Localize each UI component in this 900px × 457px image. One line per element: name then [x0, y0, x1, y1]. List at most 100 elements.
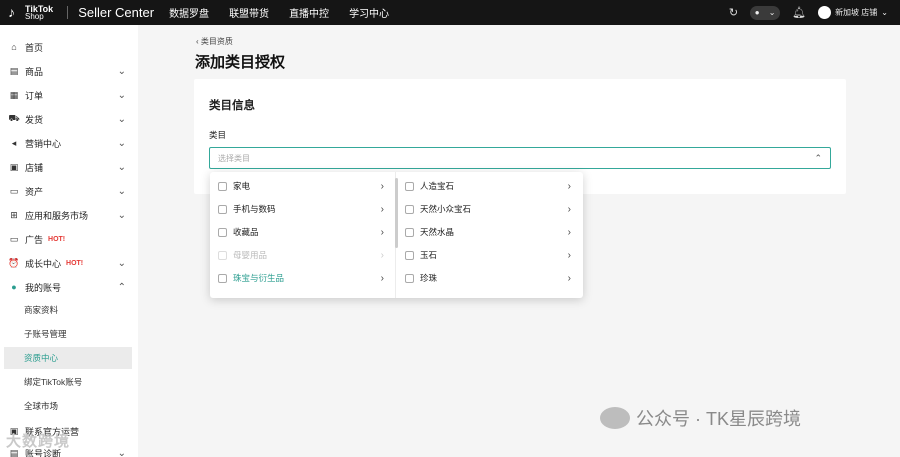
- breadcrumb-label: 类目资质: [200, 37, 233, 46]
- checkbox[interactable]: [218, 273, 227, 283]
- sidebar-item-store[interactable]: ▣ 店铺 ⌄: [0, 155, 138, 179]
- top-bar: ♪ TikTok Shop Seller Center 数据罗盘 联盟带货 直播…: [0, 0, 900, 25]
- chevron-right-icon: ›: [380, 226, 384, 238]
- chevron-down-icon: ⌄: [881, 8, 888, 17]
- sidebar-sub-qualification-center[interactable]: 资质中心: [4, 347, 132, 369]
- cascader-option[interactable]: 人造宝石 ›: [397, 175, 583, 197]
- sidebar-item-label: 我的账号: [25, 282, 62, 293]
- home-icon: ⌂: [11, 42, 17, 52]
- chevron-down-icon: ⌄: [117, 209, 126, 221]
- top-nav-item[interactable]: 数据罗盘: [169, 5, 209, 20]
- sidebar-sub-label: 子账号管理: [24, 329, 67, 339]
- cascader-option-label: 人造宝石: [420, 181, 455, 191]
- chevron-right-icon: ›: [380, 272, 384, 284]
- top-nav-item[interactable]: 学习中心: [349, 5, 389, 20]
- chevron-up-icon: ⌃: [814, 152, 822, 163]
- sidebar-item-label: 店铺: [25, 162, 44, 173]
- checkbox[interactable]: [218, 204, 227, 214]
- dropdown-scrollbar[interactable]: [395, 178, 398, 248]
- checkbox[interactable]: [405, 204, 414, 214]
- checkbox[interactable]: [405, 181, 414, 191]
- chevron-down-icon: ⌄: [117, 113, 126, 125]
- sidebar-item-label: 广告: [25, 234, 44, 245]
- sidebar-sub-label: 资质中心: [24, 353, 59, 363]
- cascader-option[interactable]: 珍珠 ›: [397, 267, 583, 289]
- cascader-option[interactable]: 天然水晶 ›: [397, 221, 583, 243]
- sidebar-item-label: 营销中心: [25, 138, 62, 149]
- chevron-right-icon: ›: [380, 249, 384, 261]
- order-icon: ▦: [9, 89, 19, 100]
- sidebar-sub-label: 绑定TikTok账号: [24, 377, 83, 387]
- sidebar-item-label: 订单: [25, 90, 44, 101]
- category-select[interactable]: 选择类目 ⌃: [209, 147, 831, 169]
- checkbox[interactable]: [405, 227, 414, 237]
- cascader-option[interactable]: 玉石 ›: [397, 244, 583, 266]
- cascader-option[interactable]: 手机与数码 ›: [210, 198, 396, 220]
- category-select-placeholder: 选择类目: [218, 153, 250, 163]
- watermark-wechat: 公众号 · TK星辰跨境: [600, 405, 801, 431]
- cascader-option-selected[interactable]: 珠宝与衍生品 ›: [210, 267, 396, 289]
- checkbox[interactable]: [218, 227, 227, 237]
- refresh-icon[interactable]: ↻: [729, 6, 738, 19]
- brand-name: TikTok Shop: [25, 4, 53, 21]
- chevron-down-icon: ⌄: [117, 185, 126, 197]
- sidebar-sub-bind-tiktok[interactable]: 绑定TikTok账号: [4, 371, 132, 393]
- checkbox[interactable]: [405, 250, 414, 260]
- brand-divider: [67, 6, 69, 19]
- sidebar-item-marketing[interactable]: ◂ 营销中心 ⌄: [0, 131, 138, 155]
- chevron-right-icon: ›: [380, 203, 384, 215]
- category-field-label: 类目: [209, 130, 227, 140]
- top-nav-item[interactable]: 联盟带货: [229, 5, 269, 20]
- cascader-option-label: 珠宝与衍生品: [233, 273, 285, 283]
- cascader-column-level2: 人造宝石 › 天然小众宝石 › 天然水晶 › 玉石 › 珍珠 ›: [397, 172, 583, 298]
- watermark-left: 大数跨境: [6, 433, 71, 450]
- sidebar-item-my-account[interactable]: ● 我的账号 ⌃: [0, 275, 138, 299]
- avatar: [818, 6, 832, 19]
- top-nav-item[interactable]: 直播中控: [289, 5, 329, 20]
- sidebar-sub-subaccounts[interactable]: 子账号管理: [4, 323, 132, 345]
- chevron-down-icon: ⌄: [117, 65, 126, 77]
- chevron-right-icon: ›: [380, 180, 384, 192]
- wechat-logo-icon: [600, 407, 630, 429]
- cascader-option-label: 天然水晶: [420, 227, 455, 237]
- sidebar-item-app-market[interactable]: ⊞ 应用和服务市场 ⌄: [0, 203, 138, 227]
- sidebar-item-assets[interactable]: ▭ 资产 ⌄: [0, 179, 138, 203]
- cascader-option[interactable]: 收藏品 ›: [210, 221, 396, 243]
- store-name: 新加坡 店铺: [835, 8, 878, 17]
- cascader-option[interactable]: 家电 ›: [210, 175, 396, 197]
- checkbox: [218, 250, 227, 260]
- store-switcher[interactable]: 新加坡 店铺 ⌄: [818, 6, 888, 19]
- sidebar-item-orders[interactable]: ▦ 订单 ⌄: [0, 83, 138, 107]
- product-icon: ▤: [9, 65, 19, 76]
- chevron-down-icon: ⌄: [117, 257, 126, 269]
- sidebar-sub-label: 全球市场: [24, 401, 59, 411]
- chat-toggle[interactable]: ● ⌄: [750, 5, 781, 20]
- cascader-option[interactable]: 天然小众宝石 ›: [397, 198, 583, 220]
- cascader-option-disabled: 母婴用品 ›: [210, 244, 396, 266]
- cascader-column-level1: 家电 › 手机与数码 › 收藏品 › 母婴用品 › 珠宝与衍生品 ›: [210, 172, 396, 298]
- sidebar-item-label: 商品: [25, 66, 44, 77]
- ads-icon: ▭: [9, 233, 19, 244]
- sidebar-item-growth[interactable]: ⏰ 成长中心 HOT! ⌄: [0, 251, 138, 275]
- page-title: 添加类目授权: [195, 54, 286, 71]
- checkbox[interactable]: [405, 273, 414, 283]
- chevron-down-icon: ⌄: [117, 137, 126, 149]
- sidebar-item-products[interactable]: ▤ 商品 ⌄: [0, 59, 138, 83]
- brand-line2: Shop: [25, 11, 44, 21]
- sidebar-item-label: 发货: [25, 114, 44, 125]
- sidebar-item-ads[interactable]: ▭ 广告 HOT!: [0, 227, 138, 251]
- sidebar-item-label: 资产: [25, 186, 44, 197]
- sidebar-item-label: 应用和服务市场: [25, 210, 89, 221]
- hot-badge: HOT!: [66, 259, 84, 267]
- breadcrumb[interactable]: ‹ 类目资质: [196, 36, 233, 47]
- checkbox[interactable]: [218, 181, 227, 191]
- sidebar-item-home[interactable]: ⌂ 首页: [0, 35, 138, 59]
- sidebar-sub-merchant-profile[interactable]: 商家资料: [4, 299, 132, 321]
- bell-icon[interactable]: 🔔︎: [792, 6, 806, 19]
- brand-title: Seller Center: [78, 5, 155, 20]
- sidebar-item-shipping[interactable]: ⛟ 发货 ⌄: [0, 107, 138, 131]
- chevron-right-icon: ›: [567, 226, 571, 238]
- brand[interactable]: ♪ TikTok Shop Seller Center: [0, 0, 169, 25]
- hot-badge: HOT!: [48, 235, 66, 243]
- sidebar-sub-global-market[interactable]: 全球市场: [4, 395, 132, 417]
